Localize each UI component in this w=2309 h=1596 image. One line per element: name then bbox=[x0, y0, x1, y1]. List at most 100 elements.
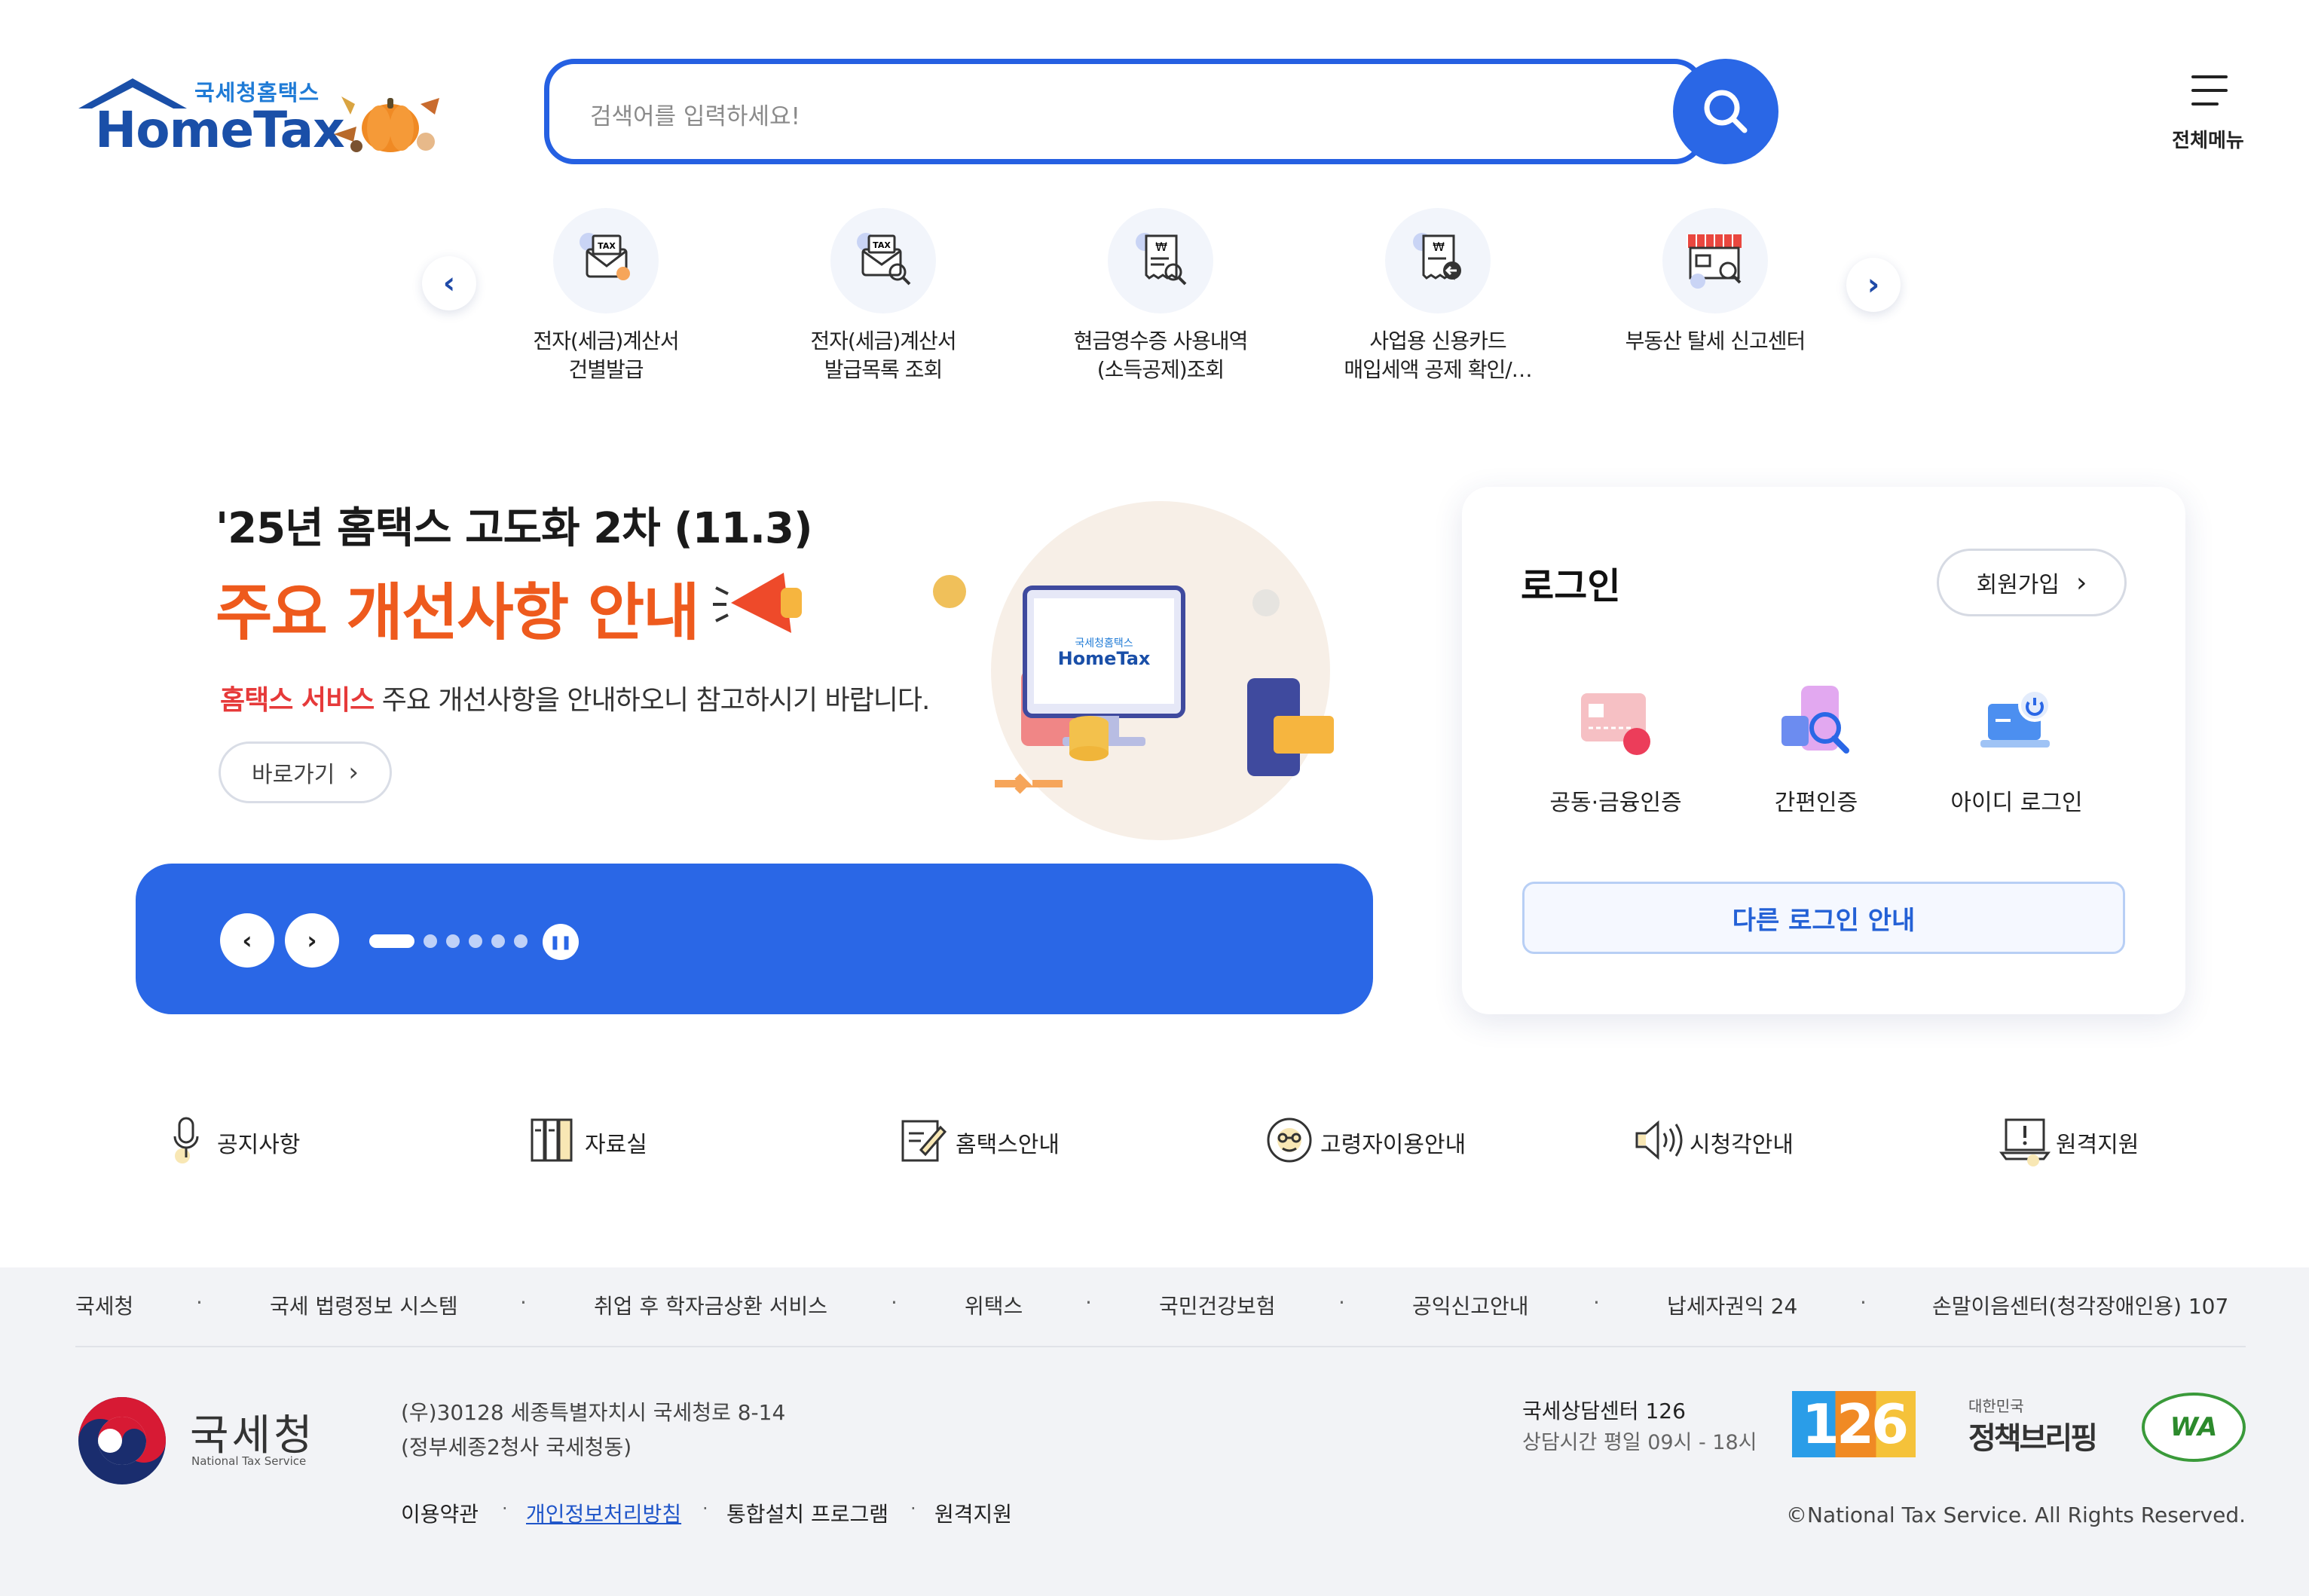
policy-briefing-text: 정책브리핑 bbox=[1968, 1421, 2098, 1456]
service-link-guide[interactable]: 홈택스안내 bbox=[898, 1114, 1094, 1166]
svg-text:₩: ₩ bbox=[1433, 240, 1445, 254]
quick-menu-item[interactable]: TAX 전자(세금)계산서발급목록 조회 bbox=[770, 208, 996, 404]
login-method-label: 아이디 로그인 bbox=[1950, 790, 2083, 816]
terms-link[interactable]: 이용약관 bbox=[401, 1498, 479, 1528]
binder-icon bbox=[528, 1114, 580, 1166]
service-link-archive[interactable]: 자료실 bbox=[528, 1114, 678, 1166]
cash-receipt-icon: ₩ bbox=[1108, 208, 1213, 313]
speaker-icon bbox=[1632, 1114, 1685, 1166]
banner-go-button[interactable]: 바로가기 › bbox=[219, 741, 392, 803]
service-link-audiovisual[interactable]: 시청각안내 bbox=[1632, 1114, 1828, 1166]
megaphone-icon bbox=[713, 573, 802, 633]
quick-menu-label-1: 전자(세금)계산서 bbox=[533, 329, 679, 353]
service-link-senior[interactable]: 고령자이용안내 bbox=[1263, 1114, 1504, 1166]
quick-menu-item[interactable]: ₩ 현금영수증 사용내역 (소득공제)조회 bbox=[1047, 208, 1274, 404]
search-input[interactable]: 검색어를 입력하세요! bbox=[544, 59, 1705, 164]
footer-separator: · bbox=[1085, 1290, 1092, 1315]
footer-link[interactable]: 국세청 bbox=[75, 1290, 133, 1320]
svg-text:TAX: TAX bbox=[598, 241, 616, 251]
service-link-remote[interactable]: 원격지원 bbox=[1999, 1114, 2172, 1166]
other-login-guide-button[interactable]: 다른 로그인 안내 bbox=[1522, 882, 2125, 954]
badge-126[interactable]: 126 bbox=[1792, 1391, 1916, 1457]
full-menu-label: 전체메뉴 bbox=[2172, 130, 2244, 152]
banner-description: 홈택스 서비스 주요 개선사항을 안내하오니 참고하시기 바랍니다. bbox=[220, 678, 930, 717]
login-method-simple[interactable]: 간편인증 bbox=[1726, 678, 1907, 829]
footer-divider bbox=[75, 1346, 2246, 1347]
signup-label: 회원가입 bbox=[1976, 572, 2060, 598]
quick-menu-label-1: 전자(세금)계산서 bbox=[810, 329, 956, 353]
policy-briefing-badge[interactable]: 대한민국 정책브리핑 bbox=[1968, 1394, 2104, 1457]
quick-menu-label-2: 발급목록 조회 bbox=[824, 357, 943, 382]
footer-link[interactable]: 국세 법령정보 시스템 bbox=[270, 1290, 458, 1320]
footer-link[interactable]: 국민건강보험 bbox=[1159, 1290, 1276, 1320]
nts-logo: 국세청 National Tax Service bbox=[75, 1394, 324, 1484]
pagination-dot[interactable] bbox=[446, 934, 460, 948]
banner-next-button[interactable]: › bbox=[285, 913, 339, 968]
svg-text:TAX: TAX bbox=[873, 240, 891, 250]
signup-button[interactable]: 회원가입 › bbox=[1937, 549, 2127, 616]
service-link-label: 고령자이용안내 bbox=[1320, 1132, 1466, 1158]
hamburger-icon bbox=[2191, 75, 2228, 116]
pagination-dot[interactable] bbox=[514, 934, 528, 948]
laptop-power-icon bbox=[1971, 678, 2062, 769]
footer-separator: · bbox=[1860, 1290, 1867, 1315]
login-title: 로그인 bbox=[1521, 565, 1621, 607]
banner-title: 주요 개선사항 안내 bbox=[216, 577, 700, 649]
login-method-id[interactable]: 아이디 로그인 bbox=[1926, 678, 2107, 829]
service-link-label: 공지사항 bbox=[217, 1132, 301, 1158]
pagination-dot[interactable] bbox=[424, 934, 437, 948]
pagination-dot[interactable] bbox=[369, 934, 414, 948]
footer-policy-links: 이용약관 · 개인정보처리방침 · 통합설치 프로그램 · 원격지원 bbox=[401, 1498, 1079, 1528]
footer-separator: · bbox=[1593, 1290, 1600, 1315]
footer-link[interactable]: 손말이음센터(청각장애인용) 107 bbox=[1932, 1290, 2228, 1320]
service-link-label: 자료실 bbox=[585, 1132, 647, 1158]
search-button[interactable] bbox=[1673, 59, 1778, 164]
footer-separator: · bbox=[1338, 1290, 1345, 1315]
web-accessibility-badge[interactable]: WA bbox=[2142, 1393, 2246, 1462]
quick-menu-item[interactable]: ₩ 사업용 신용카드 매입세액 공제 확인/… bbox=[1325, 208, 1551, 404]
banner-pause-button[interactable]: ❚❚ bbox=[543, 924, 579, 960]
tax-invoice-search-icon: TAX bbox=[830, 208, 936, 313]
call-center-info: 국세상담센터 126 상담시간 평일 09시 - 18시 bbox=[1522, 1396, 1757, 1459]
certificate-card-icon bbox=[1570, 678, 1661, 769]
privacy-policy-link[interactable]: 개인정보처리방침 bbox=[526, 1498, 681, 1528]
footer-related-links: 국세청 · 국세 법령정보 시스템 · 취업 후 학자금상환 서비스 · 위택스… bbox=[75, 1290, 2246, 1320]
quick-menu-label-2: 건별발급 bbox=[568, 357, 644, 382]
hometax-logo[interactable]: 국세청홈택스 HomeTax bbox=[74, 71, 451, 169]
pause-icon: ❚❚ bbox=[549, 934, 573, 950]
svg-text:₩: ₩ bbox=[1155, 240, 1167, 254]
microphone-icon bbox=[160, 1114, 213, 1166]
footer-separator: · bbox=[910, 1498, 916, 1519]
banner-headline: '25년 홈택스 고도화 2차 (11.3) bbox=[216, 504, 813, 553]
footer-link[interactable]: 취업 후 학자금상환 서비스 bbox=[594, 1290, 827, 1320]
credit-card-receipt-icon: ₩ bbox=[1385, 208, 1491, 313]
full-menu-button[interactable]: 전체메뉴 bbox=[2155, 72, 2261, 155]
illustration-logo-main: HomeTax bbox=[1058, 648, 1151, 669]
banner-prev-button[interactable]: ‹ bbox=[220, 913, 274, 968]
login-method-certificate[interactable]: 공동·금융인증 bbox=[1525, 678, 1706, 829]
quick-menu-item[interactable]: TAX 전자(세금)계산서건별발급 bbox=[493, 208, 719, 404]
autumn-pumpkin-icon bbox=[334, 96, 439, 152]
pagination-dot[interactable] bbox=[469, 934, 482, 948]
login-method-label: 공동·금융인증 bbox=[1549, 790, 1682, 816]
service-link-notice[interactable]: 공지사항 bbox=[160, 1114, 333, 1166]
footer-separator: · bbox=[502, 1498, 508, 1519]
chevron-left-icon: ‹ bbox=[442, 266, 456, 301]
remote-support-link[interactable]: 원격지원 bbox=[934, 1498, 1012, 1528]
edit-document-icon bbox=[898, 1114, 951, 1166]
install-program-link[interactable]: 통합설치 프로그램 bbox=[726, 1498, 888, 1528]
search-placeholder: 검색어를 입력하세요! bbox=[590, 103, 800, 130]
footer-link[interactable]: 위택스 bbox=[965, 1290, 1023, 1320]
login-method-label: 간편인증 bbox=[1774, 790, 1858, 816]
quick-menu-next-button[interactable]: › bbox=[1846, 258, 1901, 312]
policy-briefing-top: 대한민국 bbox=[1968, 1397, 2024, 1415]
taegeuk-emblem-icon bbox=[78, 1397, 166, 1484]
quick-menu-prev-button[interactable]: ‹ bbox=[422, 256, 476, 310]
pagination-dot[interactable] bbox=[491, 934, 505, 948]
search-icon bbox=[1704, 90, 1748, 133]
footer-link[interactable]: 공익신고안내 bbox=[1412, 1290, 1529, 1320]
phone-search-icon bbox=[1771, 678, 1861, 769]
call-center-number: 국세상담센터 126 bbox=[1522, 1399, 1686, 1423]
footer-link[interactable]: 납세자권익 24 bbox=[1667, 1290, 1797, 1320]
quick-menu-item[interactable]: 부동산 탈세 신고센터 bbox=[1602, 208, 1828, 404]
